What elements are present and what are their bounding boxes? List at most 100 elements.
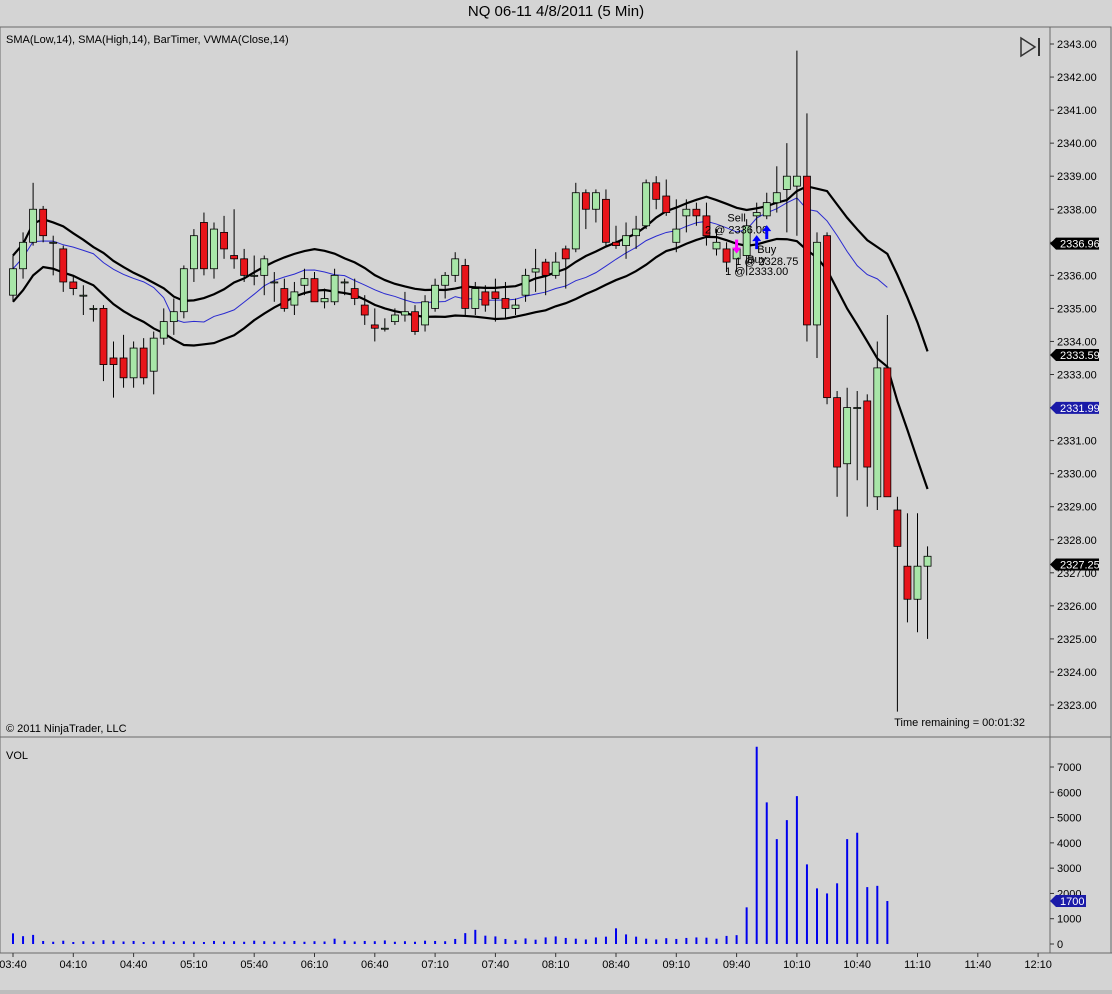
price-tick-label: 2340.00 xyxy=(1057,138,1097,150)
candle-body-up xyxy=(149,337,158,372)
price-tick-label: 2338.00 xyxy=(1057,204,1097,216)
time-tick-label: 06:10 xyxy=(301,959,329,971)
time-tick-label: 07:40 xyxy=(482,959,510,971)
price-axis: 2343.00 2342.00 2341.00 2340.00 2339.00 2338.… xyxy=(1050,39,1097,712)
candle-body-up xyxy=(642,182,651,227)
candle-body-up xyxy=(210,228,218,270)
candle-body-up xyxy=(772,192,781,204)
time-tick-label: 05:10 xyxy=(180,959,208,971)
time-tick-label: 07:10 xyxy=(421,959,449,971)
candle-body-up xyxy=(682,208,691,217)
candle-body-up xyxy=(9,268,17,296)
price-tick-label: 2339.00 xyxy=(1057,171,1097,183)
candle-body-up xyxy=(521,274,530,296)
volume-tick-label: 7000 xyxy=(1057,762,1081,774)
candle-body-up xyxy=(179,268,188,313)
candle-body-up xyxy=(793,175,801,187)
candle-body-up xyxy=(752,212,761,217)
candle-body-down xyxy=(240,258,249,276)
candle-body-up xyxy=(672,228,681,243)
time-tick-label: 06:40 xyxy=(361,959,389,971)
candle-body-up xyxy=(531,268,540,273)
price-tick-label: 2329.00 xyxy=(1057,502,1097,514)
candle-body-up xyxy=(159,321,168,339)
price-tick-label: 2333.00 xyxy=(1057,370,1097,382)
execution-action-label: Buy xyxy=(757,244,776,256)
candle-body-down xyxy=(803,175,811,326)
candle-body-down xyxy=(903,565,912,600)
volume-tick-label: 1000 xyxy=(1057,914,1081,926)
copyright-label: © 2011 NinjaTrader, LLC xyxy=(6,723,127,735)
candle-body-up xyxy=(169,311,178,323)
candle-body-down xyxy=(612,241,620,247)
candle xyxy=(823,232,831,405)
candle-body-up xyxy=(260,258,269,276)
volume-tick-label: 5000 xyxy=(1057,813,1081,825)
candle-body-down xyxy=(220,231,228,250)
candle-body-down xyxy=(883,367,892,498)
price-marker: 2331.99 xyxy=(1050,401,1100,415)
price-tick-label: 2343.00 xyxy=(1057,39,1097,51)
candle-body-down xyxy=(109,357,118,365)
execution-action-label: Sell xyxy=(727,213,745,225)
candle-body-up xyxy=(622,235,630,247)
candle-body-down xyxy=(722,248,731,263)
price-tick-label: 2341.00 xyxy=(1057,105,1097,117)
time-tick-label: 04:10 xyxy=(60,959,88,971)
price-tick-label: 2334.00 xyxy=(1057,336,1097,348)
price-tick-label: 2331.00 xyxy=(1057,436,1097,448)
time-tick-label: 11:10 xyxy=(904,959,931,971)
price-marker-label: 2331.99 xyxy=(1060,403,1100,415)
candle-body-down xyxy=(350,288,359,299)
volume-tick-label: 3000 xyxy=(1057,863,1081,875)
candle-body-up xyxy=(441,274,450,286)
price-panel-frame xyxy=(0,26,1112,738)
price-marker-label: 2333.59 xyxy=(1060,350,1100,362)
time-tick-label: 04:40 xyxy=(120,959,148,971)
price-tick-label: 2323.00 xyxy=(1057,700,1097,712)
time-tick-label: 09:40 xyxy=(723,959,751,971)
candle-body-down xyxy=(491,291,500,299)
candle-body-up xyxy=(853,407,862,409)
price-marker-label: 2327.25 xyxy=(1060,560,1100,572)
time-tick-label: 10:40 xyxy=(843,959,871,971)
candle-body-down xyxy=(360,304,369,316)
price-tick-label: 2328.00 xyxy=(1057,535,1097,547)
time-tick-label: 10:10 xyxy=(783,959,811,971)
candle-body-up xyxy=(923,555,932,567)
candle-body-up xyxy=(300,278,309,286)
candle-body-down xyxy=(280,288,289,309)
candle-body-up xyxy=(49,241,58,244)
candle-body-up xyxy=(632,228,640,237)
candle xyxy=(642,179,651,230)
candle-body-down xyxy=(59,248,68,283)
candle-body-down xyxy=(461,265,470,309)
candle-body-down xyxy=(823,235,831,399)
candle-body-up xyxy=(330,274,339,303)
price-tick-label: 2336.00 xyxy=(1057,270,1097,282)
candle-body-down xyxy=(230,255,239,260)
time-tick-label: 05:40 xyxy=(240,959,268,971)
candle-body-down xyxy=(662,195,671,213)
candle xyxy=(571,182,580,253)
candle-body-up xyxy=(782,175,791,190)
time-tick-label: 08:10 xyxy=(542,959,570,971)
candle-body-up xyxy=(79,294,88,297)
candle-body-up xyxy=(89,307,98,310)
candle-body-down xyxy=(541,261,550,276)
candle-body-up xyxy=(421,301,429,326)
time-tick-label: 08:40 xyxy=(602,959,630,971)
candle xyxy=(461,258,470,316)
volume-marker-label: 1700 xyxy=(1060,896,1084,908)
volume-tick-label: 6000 xyxy=(1057,787,1081,799)
execution-detail-label: 2 @ 2336.00 xyxy=(705,225,768,237)
candle-body-down xyxy=(119,357,128,379)
price-tick-label: 2324.00 xyxy=(1057,667,1097,679)
chart-canvas[interactable]: SMA(Low,14), SMA(High,14), BarTimer, VWM… xyxy=(0,0,1112,994)
volume-marker: 1700 xyxy=(1050,895,1086,908)
candle-body-down xyxy=(692,208,701,217)
price-marker: 2327.25 xyxy=(1050,558,1100,572)
candle-body-down xyxy=(652,182,661,200)
candle-body-down xyxy=(602,198,610,243)
price-tick-label: 2342.00 xyxy=(1057,72,1097,84)
